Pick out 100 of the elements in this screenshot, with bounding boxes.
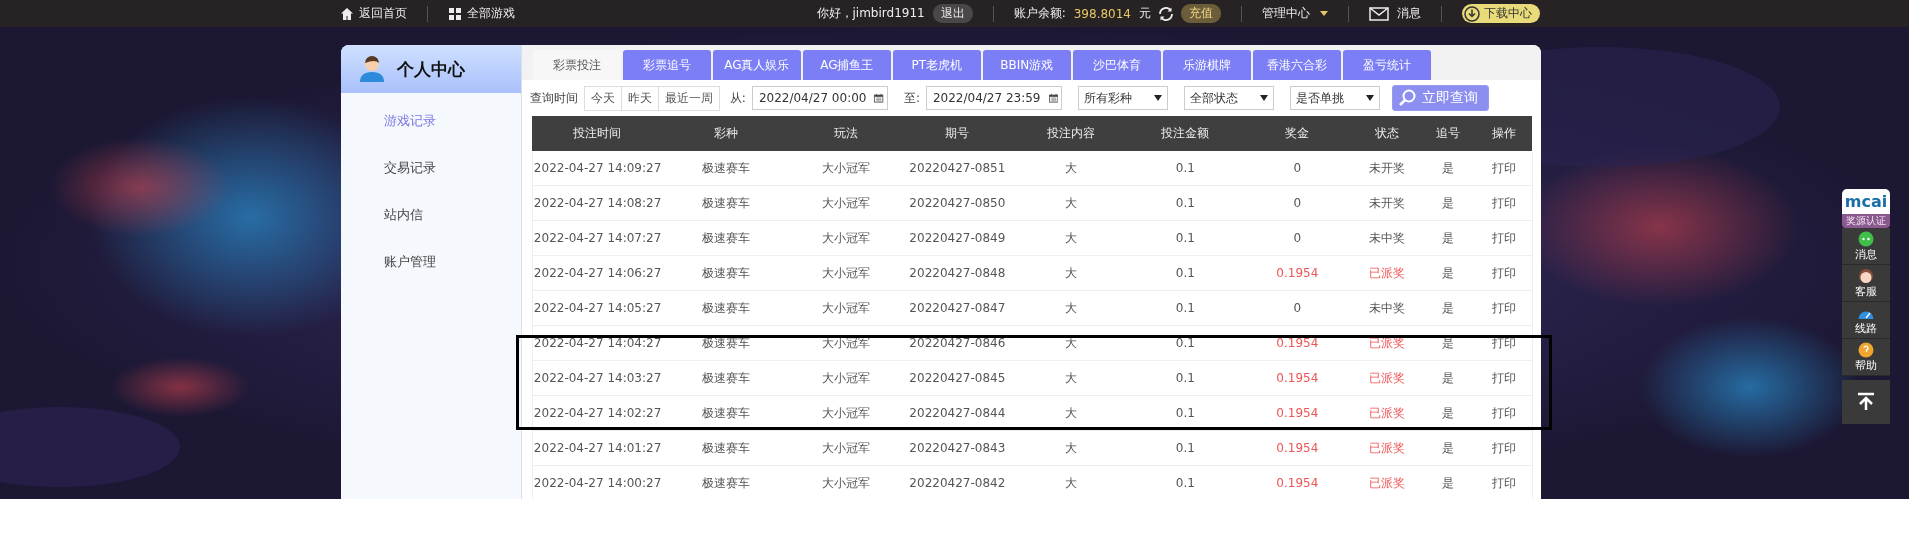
print-link[interactable]: 打印 [1475,220,1533,256]
table-cell: 未中奖 [1353,220,1422,256]
print-link[interactable]: 打印 [1475,255,1533,291]
end-date-field[interactable]: 2022/04/27 23:59 [925,86,1062,110]
print-link[interactable]: 打印 [1475,465,1533,499]
table-cell: 0 [1241,185,1354,221]
balance-amount: 398.8014 [1073,6,1131,21]
table-cell: 是 [1421,325,1476,361]
table-cell: 2022-04-27 14:08:27 [532,185,663,221]
date-preset-button[interactable]: 最近一周 [658,86,719,110]
chat-bubble-icon [1858,231,1874,247]
table-cell: 大小冠军 [790,360,902,396]
table-cell: 极速赛车 [662,360,791,396]
tab[interactable]: 彩票投注 [532,50,621,80]
table-cell: 2022-04-27 14:01:27 [532,430,663,466]
table-cell: 20220427-0851 [901,151,1014,186]
table-cell: 2022-04-27 14:09:27 [532,151,663,186]
sidebar-item[interactable]: 站内信 [341,195,521,242]
greeting-text: 你好，jimbird1911 [816,5,925,22]
recharge-button[interactable]: 充值 [1181,4,1221,23]
table-cell: 20220427-0847 [901,290,1014,326]
sidebar-item[interactable]: 账户管理 [341,242,521,289]
table-cell: 极速赛车 [662,325,791,361]
table-cell: 0.1 [1129,290,1242,326]
table-cell: 大 [1013,185,1130,221]
currency-text: 元 [1139,5,1151,22]
table-cell: 2022-04-27 14:00:27 [532,465,663,499]
print-link[interactable]: 打印 [1475,290,1533,326]
column-header: 期号 [901,116,1014,151]
table-cell: 是 [1421,290,1476,326]
table-cell: 已派奖 [1353,465,1422,499]
caret-icon [1365,95,1374,101]
table-cell: 大小冠军 [790,465,902,499]
filter-dropdown[interactable]: 所有彩种 [1077,86,1168,110]
table-cell: 大 [1013,290,1130,326]
print-link[interactable]: 打印 [1475,360,1533,396]
from-label: 从: [729,89,746,107]
table-cell: 大 [1013,255,1130,291]
table-cell: 未开奖 [1353,151,1422,186]
table-cell: 大小冠军 [790,151,902,186]
print-link[interactable]: 打印 [1475,185,1533,221]
table-cell: 大小冠军 [790,220,902,256]
table-cell: 0.1 [1129,185,1242,221]
arrow-up-icon [1856,392,1876,412]
table-cell: 20220427-0845 [901,360,1014,396]
table-cell: 是 [1421,395,1476,431]
table-cell: 大小冠军 [790,325,902,361]
side-float-item[interactable]: 帮助 [1842,339,1890,376]
table-cell: 2022-04-27 14:05:27 [532,290,663,326]
table-cell: 20220427-0844 [901,395,1014,431]
all-games-link[interactable]: 全部游戏 [448,5,515,22]
column-header: 彩种 [662,116,791,151]
home-link[interactable]: 返回首页 [340,5,407,22]
table-cell: 大小冠军 [790,290,902,326]
date-preset-button[interactable]: 昨天 [621,86,659,110]
table-cell: 大小冠军 [790,255,902,291]
table-cell: 已派奖 [1353,325,1422,361]
table-cell: 大 [1013,395,1130,431]
sidebar-item[interactable]: 游戏记录 [341,101,521,148]
caret-icon [1259,95,1268,101]
print-link[interactable]: 打印 [1475,430,1533,466]
table-cell: 0.1954 [1241,430,1354,466]
side-float-item[interactable]: 线路 [1842,302,1890,339]
help-icon [1858,342,1874,358]
caret-icon [1320,11,1328,16]
print-link[interactable]: 打印 [1475,325,1533,361]
filter-dropdown[interactable]: 全部状态 [1183,86,1274,110]
sidebar-item[interactable]: 交易记录 [341,148,521,195]
table-cell: 大小冠军 [790,185,902,221]
download-icon [1464,5,1480,22]
refresh-icon[interactable] [1159,6,1173,21]
side-float-item[interactable]: 消息 [1842,228,1890,265]
table-cell: 未中奖 [1353,290,1422,326]
table-cell: 2022-04-27 14:07:27 [532,220,663,256]
table-cell: 未开奖 [1353,185,1422,221]
table-cell: 极速赛车 [662,255,791,291]
table-cell: 0.1 [1129,360,1242,396]
table-cell: 是 [1421,255,1476,291]
back-to-top-button[interactable] [1842,380,1890,424]
table-cell: 已派奖 [1353,255,1422,291]
logout-button[interactable]: 退出 [932,4,973,23]
manage-menu[interactable]: 管理中心 [1262,5,1328,22]
table-cell: 大 [1013,430,1130,466]
column-header: 投注金额 [1129,116,1242,151]
table-cell: 是 [1421,360,1476,396]
print-link[interactable]: 打印 [1475,395,1533,431]
download-button[interactable]: 下载中心 [1462,4,1540,23]
date-preset-button[interactable]: 今天 [584,86,622,110]
table-cell: 0.1 [1129,395,1242,431]
column-header: 玩法 [790,116,902,151]
table-cell: 0.1954 [1241,255,1354,291]
print-link[interactable]: 打印 [1475,151,1533,186]
messages-link[interactable]: 消息 [1369,5,1421,22]
table-cell: 20220427-0848 [901,255,1014,291]
start-date-field[interactable]: 2022/04/27 00:00 [751,86,888,110]
column-header: 奖金 [1241,116,1354,151]
side-float-item[interactable]: 客服 [1842,265,1890,302]
filter-dropdown[interactable]: 是否单挑 [1289,86,1380,110]
table-cell: 已派奖 [1353,395,1422,431]
table-cell: 20220427-0849 [901,220,1014,256]
